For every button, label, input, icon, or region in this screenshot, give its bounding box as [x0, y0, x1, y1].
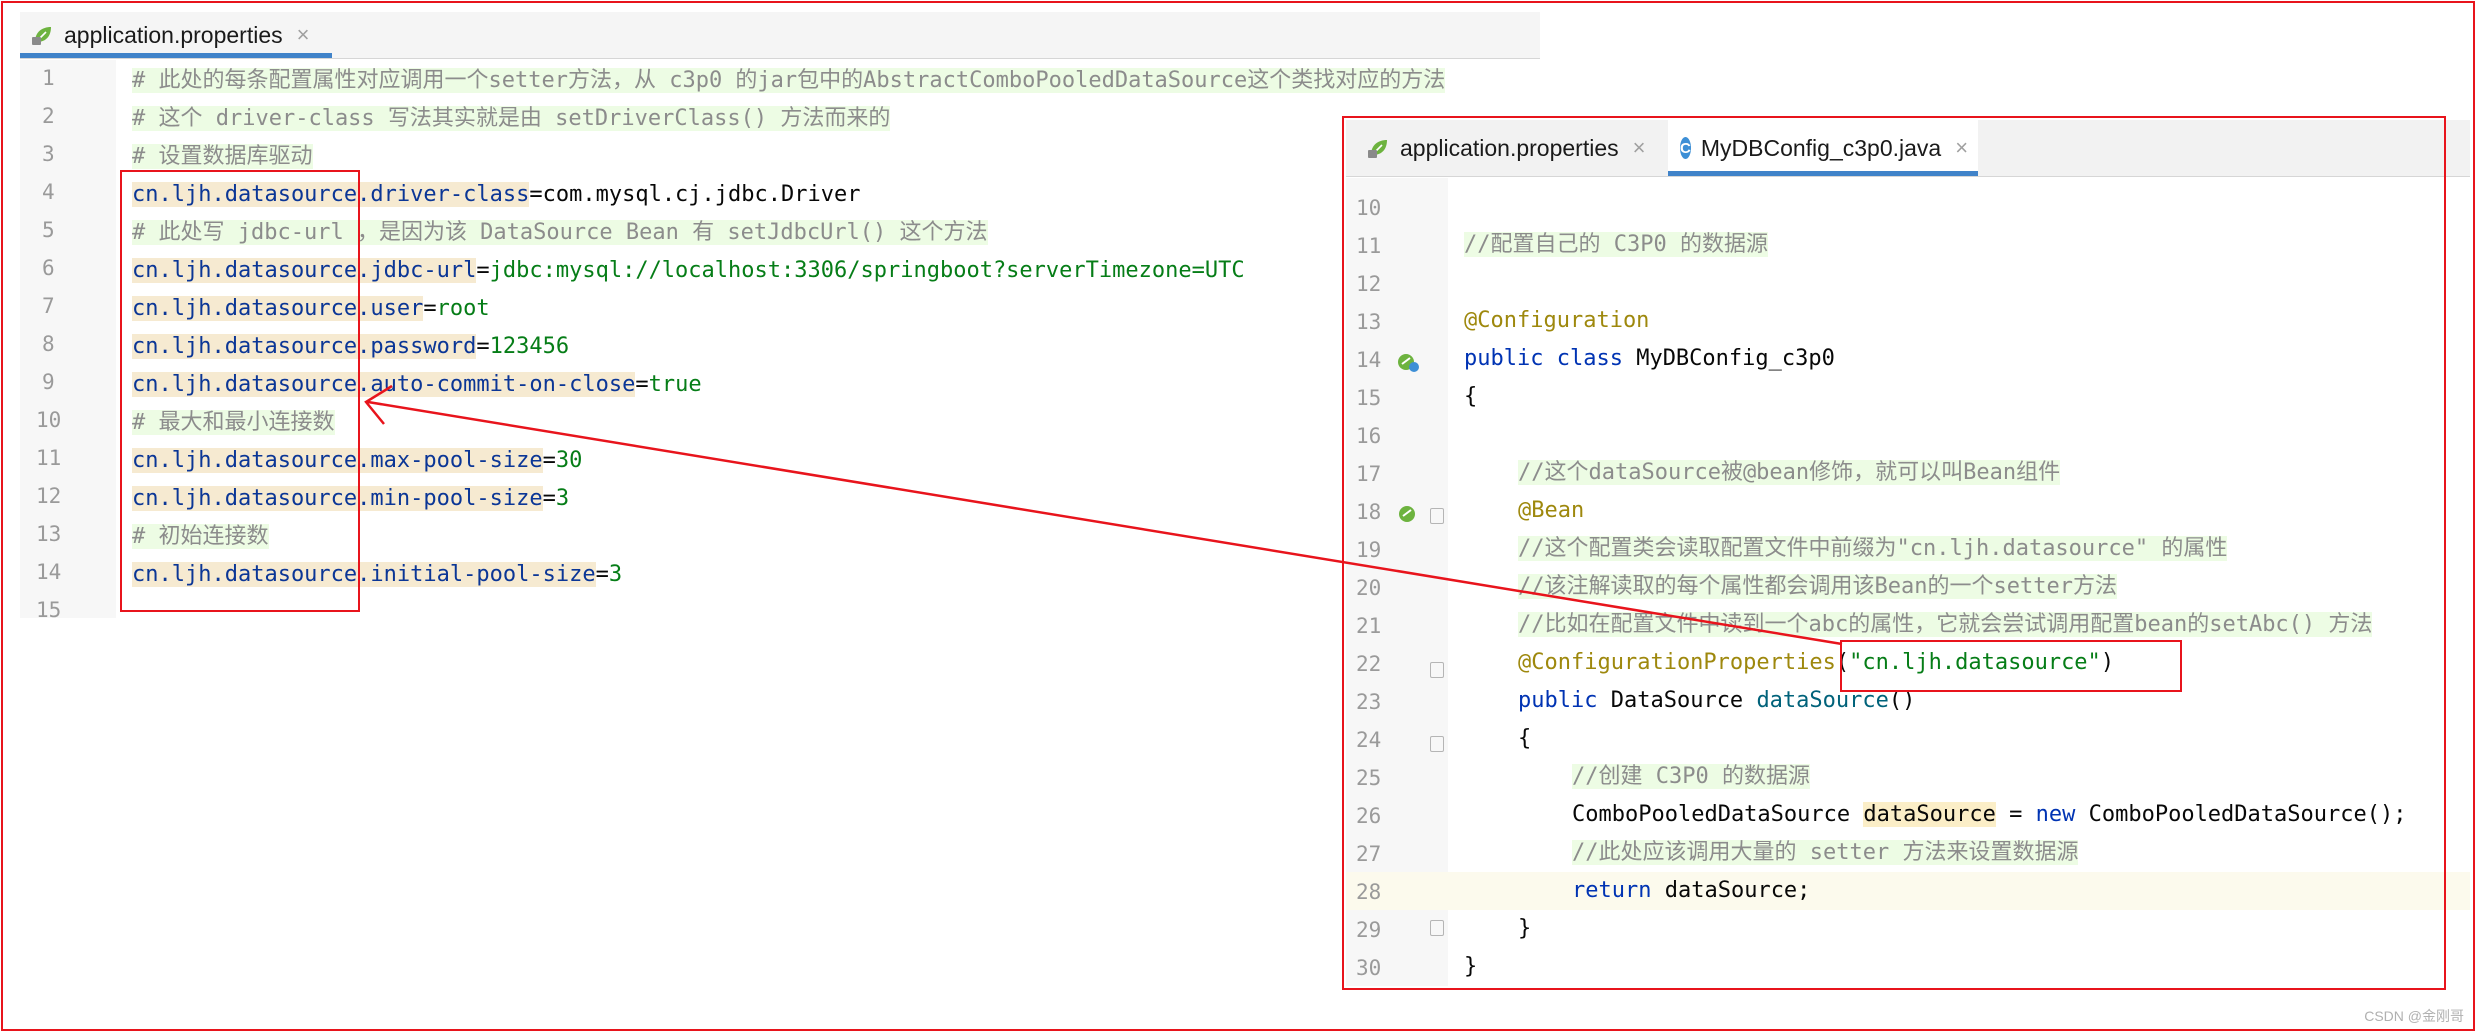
connector-arrow	[364, 384, 1843, 646]
watermark: CSDN @金刚哥	[2364, 1008, 2464, 1024]
